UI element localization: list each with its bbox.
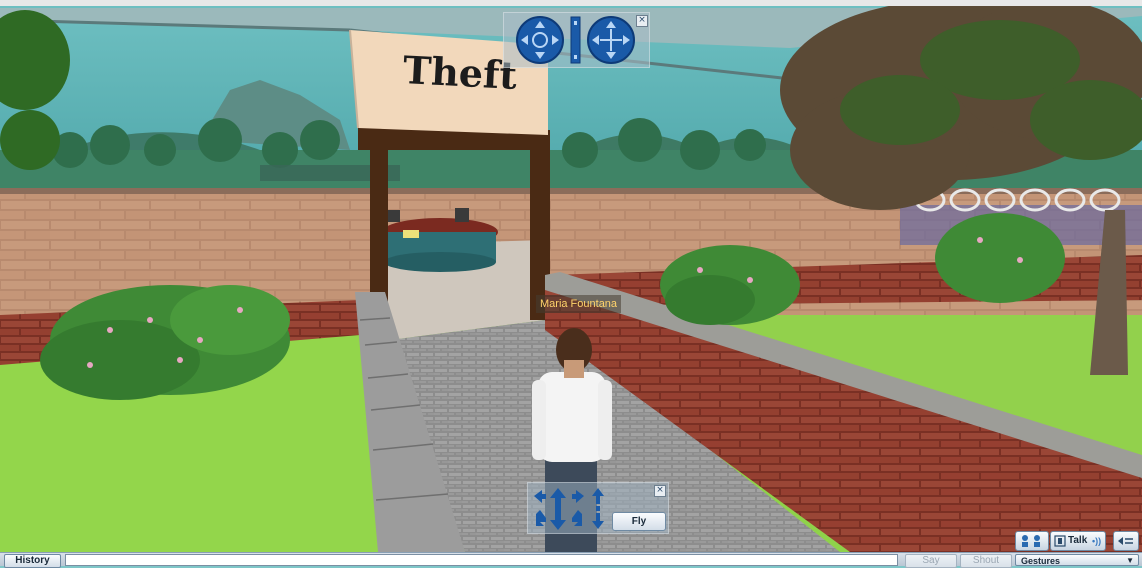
voice-toolbar: Talk •)) bbox=[1013, 531, 1140, 551]
camera-controls-panel: × bbox=[503, 12, 650, 68]
speaker-waves-icon: •)) bbox=[1092, 536, 1102, 546]
say-button[interactable]: Say bbox=[905, 554, 957, 568]
orbit-icon[interactable] bbox=[516, 16, 564, 64]
top-edge bbox=[0, 0, 1142, 6]
chat-input[interactable] bbox=[65, 554, 898, 566]
shout-button[interactable]: Shout bbox=[960, 554, 1012, 568]
pan-icon[interactable] bbox=[587, 16, 635, 64]
fly-button[interactable]: Fly bbox=[612, 512, 666, 531]
camera-close-button[interactable]: × bbox=[636, 15, 648, 27]
turn-left-icon[interactable] bbox=[534, 490, 546, 526]
chevron-down-icon: ▼ bbox=[1126, 556, 1134, 565]
voice-settings-icon bbox=[1118, 537, 1133, 545]
voice-settings-button[interactable] bbox=[1113, 531, 1139, 551]
movement-close-button[interactable]: × bbox=[654, 485, 666, 497]
move-up-down-icon[interactable] bbox=[592, 488, 604, 529]
movement-controls-graphics bbox=[534, 488, 604, 530]
talk-label: Talk bbox=[1068, 535, 1088, 546]
talk-button[interactable]: Talk •)) bbox=[1050, 531, 1106, 551]
zoom-slider-icon[interactable] bbox=[570, 16, 581, 64]
camera-controls-graphics bbox=[516, 16, 635, 64]
active-speakers-icon bbox=[1022, 535, 1040, 547]
chat-bar: History Say Shout Gestures ▼ bbox=[0, 552, 1142, 568]
active-speakers-button[interactable] bbox=[1015, 531, 1049, 551]
avatar-name-tag: Maria Fountana bbox=[536, 295, 622, 313]
scene-graphics bbox=[0, 0, 1142, 552]
movement-controls-panel: × Fly bbox=[527, 482, 669, 534]
gestures-dropdown[interactable]: Gestures ▼ bbox=[1015, 554, 1139, 566]
history-button[interactable]: History bbox=[4, 554, 61, 568]
turn-right-icon[interactable] bbox=[572, 490, 584, 526]
move-forward-icon[interactable] bbox=[550, 488, 566, 530]
3d-world-view[interactable]: Theft Maria Fountana bbox=[0, 0, 1142, 552]
talk-icon bbox=[1054, 535, 1066, 547]
